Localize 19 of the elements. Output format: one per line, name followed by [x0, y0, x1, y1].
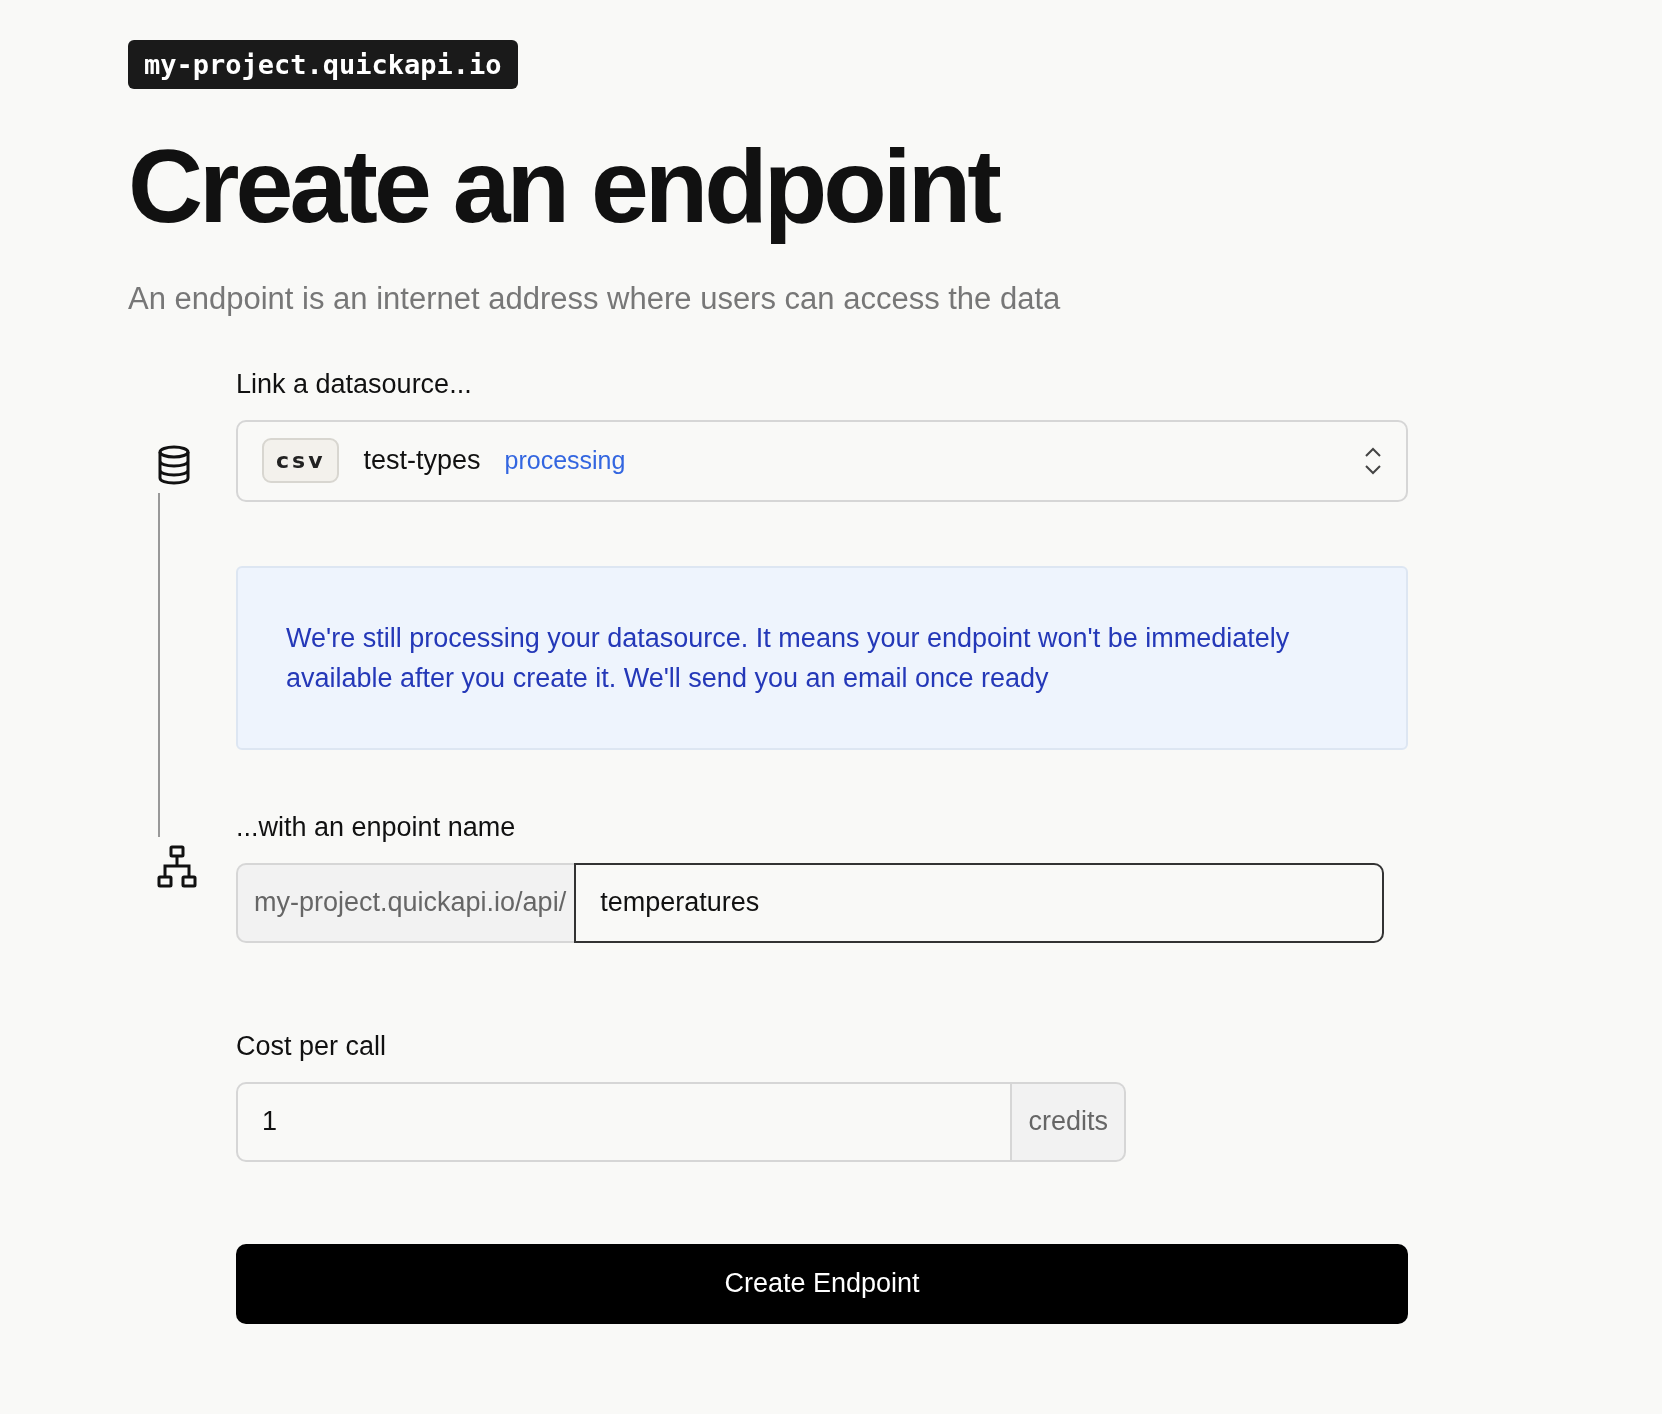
- page-title: Create an endpoint: [128, 127, 1000, 246]
- hierarchy-icon: [157, 844, 197, 889]
- datasource-status: processing: [504, 446, 626, 476]
- field-label: Cost per call: [236, 1030, 388, 1062]
- field-label: ...with an enpoint name: [236, 811, 517, 843]
- cost-unit: credits: [1012, 1081, 1126, 1162]
- datasource-name: test-types: [363, 445, 481, 477]
- page-subtitle: An endpoint is an internet address where users can access the data: [128, 280, 1062, 317]
- notice-text: We're still processing your datasource. It means your endpoint won't be immediately available after you create it. We'll send you an email once ready: [286, 621, 1291, 695]
- chevron-up-down-icon: [1364, 446, 1382, 475]
- endpoint-name-input[interactable]: temperatures: [574, 862, 1384, 943]
- url-prefix: my-project.quickapi.io/api/: [236, 862, 575, 943]
- datasource-select[interactable]: csv test-types processing: [236, 419, 1408, 502]
- cost-input[interactable]: 1: [236, 1081, 1013, 1162]
- field-label: Link a datasource...: [236, 368, 473, 400]
- project-domain-badge: my-project.quickapi.io: [128, 40, 518, 89]
- file-type-tag: csv: [262, 438, 340, 484]
- create-endpoint-button[interactable]: Create Endpoint: [236, 1243, 1408, 1324]
- database-icon: [157, 444, 191, 485]
